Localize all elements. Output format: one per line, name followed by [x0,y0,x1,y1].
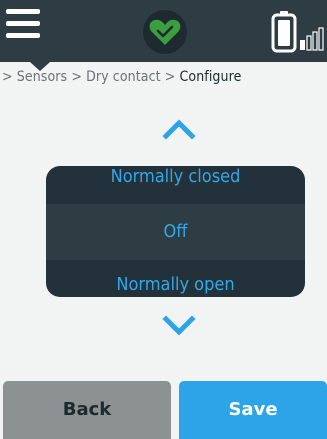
breadcrumb-current: Configure [179,69,242,85]
chevron-down-icon [162,315,196,341]
breadcrumb-separator: > [2,69,17,85]
scroll-up-button[interactable] [162,118,196,140]
top-bar [0,0,327,62]
breadcrumb: > Sensors > Dry contact > Configure [0,64,327,90]
picker-option-selected[interactable]: Off [46,204,305,260]
breadcrumb-separator: > [71,69,87,85]
menu-button[interactable] [0,0,62,62]
save-button[interactable]: Save [179,381,327,439]
chevron-up-icon [162,119,196,144]
back-button[interactable]: Back [3,381,171,439]
picker-option-next[interactable]: Normally open [46,260,305,297]
configure-screen: > Sensors > Dry contact > Configure Norm… [0,0,327,439]
breadcrumb-separator: > [164,69,180,85]
option-picker[interactable]: Normally closed Off Normally open [46,166,305,297]
picker-option-prev[interactable]: Normally closed [46,166,305,204]
battery-status [270,10,326,54]
device-status-button[interactable] [142,9,188,55]
battery-signal-icon [270,11,326,58]
scroll-down-button[interactable] [162,315,196,337]
heart-check-icon [142,10,188,59]
breadcrumb-item-sensors[interactable]: Sensors [17,69,72,85]
breadcrumb-item-dry-contact[interactable]: Dry contact [86,69,165,85]
